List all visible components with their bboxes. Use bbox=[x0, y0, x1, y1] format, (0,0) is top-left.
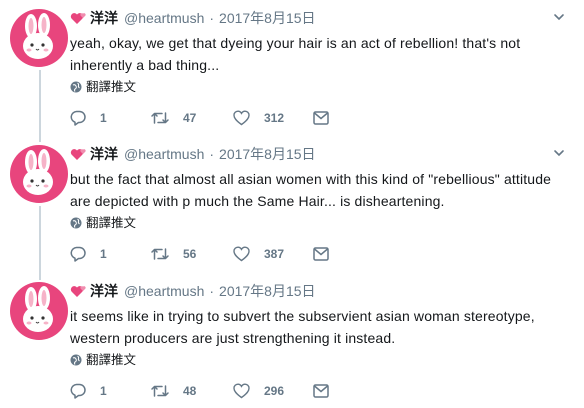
translate-label[interactable]: 翻譯推文 bbox=[86, 79, 136, 95]
direct-message-button[interactable] bbox=[313, 108, 343, 128]
envelope-icon bbox=[313, 384, 329, 398]
reply-count: 1 bbox=[100, 247, 107, 261]
like-count: 312 bbox=[264, 111, 285, 125]
two-hearts-icon bbox=[70, 13, 86, 24]
globe-icon bbox=[70, 81, 82, 93]
reply-icon bbox=[70, 110, 86, 126]
retweet-count: 47 bbox=[183, 111, 197, 125]
timestamp[interactable]: 2017年8月15日 bbox=[219, 282, 316, 300]
tweet-actions: 1 48 296 bbox=[70, 381, 370, 401]
chevron-down-icon[interactable] bbox=[552, 146, 566, 160]
handle[interactable]: @heartmush bbox=[124, 9, 204, 27]
heart-icon bbox=[233, 246, 250, 262]
tweet-header: 洋洋 @heartmush · 2017年8月15日 bbox=[70, 282, 574, 300]
avatar[interactable] bbox=[10, 282, 68, 340]
like-button[interactable]: 312 bbox=[233, 108, 284, 128]
display-name[interactable]: 洋洋 bbox=[90, 145, 118, 163]
reply-count: 1 bbox=[100, 384, 107, 398]
tweet-actions: 1 56 387 bbox=[70, 244, 370, 264]
tweet[interactable]: 洋洋 @heartmush · 2017年8月15日 but the fact … bbox=[0, 136, 584, 271]
reply-count: 1 bbox=[100, 111, 107, 125]
reply-icon bbox=[70, 383, 86, 399]
display-name[interactable]: 洋洋 bbox=[90, 9, 118, 27]
tweet-text: it seems like in trying to subvert the s… bbox=[70, 308, 535, 346]
avatar[interactable] bbox=[10, 145, 68, 203]
retweet-count: 48 bbox=[183, 384, 197, 398]
like-count: 387 bbox=[264, 247, 285, 261]
like-button[interactable]: 387 bbox=[233, 244, 284, 264]
globe-icon bbox=[70, 217, 82, 229]
avatar[interactable] bbox=[10, 9, 68, 67]
tweet-actions: 1 47 312 bbox=[70, 108, 370, 128]
tweet-header: 洋洋 @heartmush · 2017年8月15日 bbox=[70, 9, 574, 27]
retweet-button[interactable]: 48 bbox=[151, 381, 196, 401]
chevron-down-icon[interactable] bbox=[552, 10, 566, 24]
display-name[interactable]: 洋洋 bbox=[90, 282, 118, 300]
two-hearts-icon bbox=[70, 149, 86, 160]
direct-message-button[interactable] bbox=[313, 381, 343, 401]
tweet[interactable]: 洋洋 @heartmush · 2017年8月15日 it seems like… bbox=[0, 273, 584, 408]
two-hearts-icon bbox=[70, 286, 86, 297]
heart-icon bbox=[233, 110, 250, 126]
heart-icon bbox=[233, 383, 250, 399]
retweet-icon bbox=[151, 112, 169, 124]
timestamp[interactable]: 2017年8月15日 bbox=[219, 9, 316, 27]
tweet-text: yeah, okay, we get that dyeing your hair… bbox=[70, 35, 521, 73]
retweet-button[interactable]: 56 bbox=[151, 244, 196, 264]
globe-icon bbox=[70, 354, 82, 366]
tweet[interactable]: 洋洋 @heartmush · 2017年8月15日 yeah, okay, w… bbox=[0, 0, 584, 135]
tweet-header: 洋洋 @heartmush · 2017年8月15日 bbox=[70, 145, 574, 163]
envelope-icon bbox=[313, 111, 329, 125]
retweet-icon bbox=[151, 385, 169, 397]
separator: · bbox=[209, 146, 215, 162]
envelope-icon bbox=[313, 247, 329, 261]
like-count: 296 bbox=[264, 384, 285, 398]
direct-message-button[interactable] bbox=[313, 244, 343, 264]
retweet-button[interactable]: 47 bbox=[151, 108, 196, 128]
handle[interactable]: @heartmush bbox=[124, 282, 204, 300]
retweet-icon bbox=[151, 248, 169, 260]
translate-link[interactable]: 翻譯推文 bbox=[70, 352, 136, 368]
reply-icon bbox=[70, 246, 86, 262]
reply-button[interactable]: 1 bbox=[70, 244, 107, 264]
tweet-text: but the fact that almost all asian women… bbox=[70, 171, 552, 209]
separator: · bbox=[209, 10, 215, 26]
reply-button[interactable]: 1 bbox=[70, 108, 107, 128]
reply-button[interactable]: 1 bbox=[70, 381, 107, 401]
translate-label[interactable]: 翻譯推文 bbox=[86, 215, 136, 231]
timestamp[interactable]: 2017年8月15日 bbox=[219, 145, 316, 163]
translate-link[interactable]: 翻譯推文 bbox=[70, 215, 136, 231]
translate-label[interactable]: 翻譯推文 bbox=[86, 352, 136, 368]
translate-link[interactable]: 翻譯推文 bbox=[70, 79, 136, 95]
separator: · bbox=[209, 283, 215, 299]
retweet-count: 56 bbox=[183, 247, 197, 261]
like-button[interactable]: 296 bbox=[233, 381, 284, 401]
handle[interactable]: @heartmush bbox=[124, 145, 204, 163]
